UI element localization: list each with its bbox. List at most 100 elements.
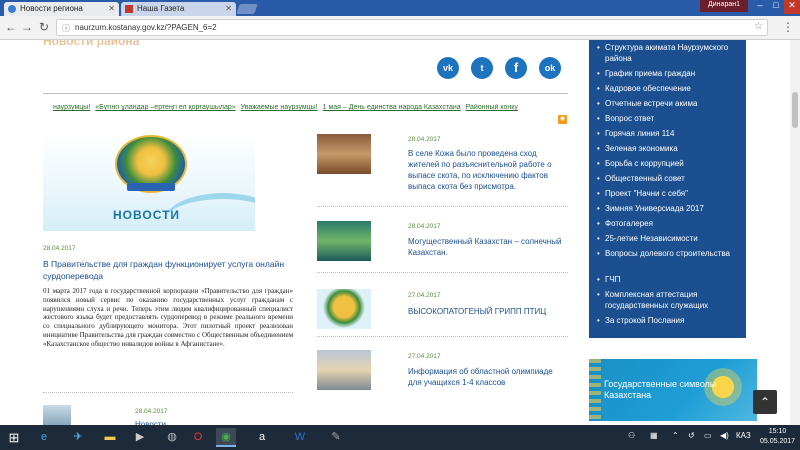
sidebar-item[interactable]: Вопросы долевого строительства (597, 248, 742, 259)
news-title[interactable]: ВЫСОКОПАТОГЕНЫЙ ГРИПП ПТИЦ (408, 306, 568, 317)
sidebar-item[interactable]: Зимняя Универсиада 2017 (597, 203, 742, 214)
bookmark-star-icon[interactable]: ☆ (754, 21, 763, 32)
twitter-icon[interactable]: t (471, 57, 493, 79)
sidebar-item[interactable]: Проект "Начни с себя" (597, 188, 742, 199)
tab-inactive[interactable]: Наша Газета ✕ (121, 2, 236, 16)
address-bar[interactable]: ⓘ naurzum.kostanay.gov.kz/?PAGEN_6=2 ☆ (56, 19, 768, 36)
scroll-to-top-button[interactable]: ⌃ (753, 390, 777, 414)
chrome-icon[interactable]: ◉ (216, 428, 236, 447)
sidebar-item[interactable]: Фотогалерея (597, 218, 742, 229)
vk-icon[interactable]: vk (437, 57, 459, 79)
page-title: Новости района (43, 40, 140, 48)
tab-label: Новости региона (20, 4, 83, 13)
news-date: 27.04.2017 (408, 292, 441, 299)
divider (43, 392, 293, 393)
news-thumbnail[interactable] (43, 405, 71, 425)
divider (317, 272, 568, 273)
main-news-image[interactable]: НОВОСТИ (43, 133, 255, 231)
windows-start-icon[interactable]: ⊞ (4, 428, 24, 447)
sidebar-item[interactable]: ГЧП (597, 274, 742, 285)
sidebar-item[interactable]: Кадровое обеспечение (597, 83, 742, 94)
news-thumbnail[interactable] (317, 221, 371, 261)
divider (43, 93, 568, 94)
back-arrow-icon[interactable]: ← (4, 20, 18, 34)
sidebar-menu: Структура акимата Наурзумского района Гр… (589, 40, 746, 338)
close-tab-icon[interactable]: ✕ (225, 4, 232, 13)
news-thumbnail[interactable] (317, 289, 371, 329)
emblem-ribbon (127, 183, 175, 191)
maximize-icon[interactable]: □ (768, 0, 784, 14)
keyboard-language[interactable]: КАЗ (736, 431, 751, 440)
sidebar-item[interactable]: Борьба с коррупцией (597, 158, 742, 169)
ticker-link[interactable]: 1 мая – День единства народа Казахстана (323, 104, 461, 111)
sidebar-item[interactable]: График приема граждан (597, 68, 742, 79)
sidebar-item[interactable]: За строкой Послания (597, 315, 742, 326)
news-date: 28.04.2017 (408, 136, 441, 143)
ticker-link[interactable]: наурзумцы! (53, 104, 90, 111)
volume-icon[interactable]: ◀) (720, 431, 729, 440)
reload-icon[interactable]: ↻ (37, 20, 51, 34)
ticker-link[interactable]: «Бүгінгі ұландар –ертеңгі ел қорғаушылар… (95, 104, 235, 111)
news-title[interactable]: Могущественный Казахстан – солнечный Каз… (408, 236, 568, 258)
opera-icon[interactable]: O (188, 428, 208, 447)
network-icon[interactable]: ▭ (704, 431, 712, 440)
url-text: naurzum.kostanay.gov.kz/?PAGEN_6=2 (75, 23, 217, 32)
tray-app-icon[interactable]: ▦ (650, 431, 658, 440)
sidebar-item[interactable]: Общественный совет (597, 173, 742, 184)
address-toolbar: ← → ↻ ⓘ naurzum.kostanay.gov.kz/?PAGEN_6… (0, 16, 800, 40)
image-caption: НОВОСТИ (113, 208, 181, 222)
info-icon[interactable]: ⓘ (62, 23, 70, 34)
banner-text: Государственные символы Казахстана (604, 379, 717, 400)
divider (317, 206, 568, 207)
paint-icon[interactable]: ✎ (326, 428, 346, 447)
main-news-title[interactable]: В Правительстве для граждан функционируе… (43, 258, 293, 282)
app-icon[interactable]: ✈ (68, 428, 88, 447)
show-hidden-icons[interactable]: ⌃ (672, 431, 679, 440)
internet-explorer-icon[interactable]: e (34, 428, 54, 447)
people-icon[interactable]: ⚇ (628, 431, 635, 440)
browser-menu-icon[interactable]: ⋮ (782, 20, 794, 34)
scrollbar-thumb[interactable] (792, 92, 798, 128)
windows-taskbar: ⊞ e ✈ ▬ ▶ ◍ O ◉ a W ✎ ⚇ ▦ ⌃ ↺ ▭ ◀) КАЗ 1… (0, 425, 800, 450)
close-tab-icon[interactable]: ✕ (108, 4, 115, 13)
news-date: 28.04.2017 (408, 223, 441, 230)
sidebar-item[interactable]: Комплексная аттестация государственных с… (597, 289, 742, 311)
new-tab-button[interactable] (236, 4, 258, 14)
media-player-icon[interactable]: ▶ (130, 428, 150, 447)
sync-icon[interactable]: ↺ (688, 431, 695, 440)
news-thumbnail[interactable] (317, 134, 371, 174)
news-thumbnail[interactable] (317, 350, 371, 390)
app-icon[interactable]: ◍ (162, 428, 182, 447)
tab-active[interactable]: Новости региона ✕ (4, 2, 119, 16)
ornament (589, 359, 601, 421)
word-icon[interactable]: W (290, 428, 310, 447)
odnoklassniki-icon[interactable]: ok (539, 57, 561, 79)
sidebar-item[interactable]: Структура акимата Наурзумского района (597, 42, 742, 64)
sidebar-item[interactable]: Вопрос ответ (597, 113, 742, 124)
ticker-link[interactable]: Уважаемые наурзумцы! (241, 104, 318, 111)
newspaper-favicon-icon (125, 5, 133, 13)
ticker-link[interactable]: Районный конку (466, 104, 518, 111)
site-favicon-icon (8, 5, 16, 13)
minimize-icon[interactable]: – (752, 0, 768, 14)
main-news-body: 01 марта 2017 года в государственной кор… (43, 287, 293, 348)
state-symbols-banner[interactable]: Государственные символы Казахстана (589, 359, 757, 421)
news-title[interactable]: В селе Кожа было проведена сход жителей … (408, 148, 568, 192)
news-date: 28.04.2017 (43, 245, 76, 252)
rss-icon[interactable]: ◉ (558, 115, 567, 124)
file-explorer-icon[interactable]: ▬ (100, 428, 120, 447)
sidebar-item[interactable]: Отчетные встречи акима (597, 98, 742, 109)
sidebar-item[interactable]: Зеленая экономика (597, 143, 742, 154)
close-window-icon[interactable]: ✕ (784, 0, 800, 14)
sidebar-item[interactable]: 25-летие Независимости (597, 233, 742, 244)
facebook-icon[interactable]: f (505, 57, 527, 79)
amazon-icon[interactable]: a (252, 428, 272, 447)
system-clock[interactable]: 15:10 05.05.2017 (760, 427, 795, 447)
vertical-scrollbar[interactable] (790, 40, 800, 425)
clock-date: 05.05.2017 (760, 438, 796, 445)
sidebar-item[interactable]: Горячая линия 114 (597, 128, 742, 139)
profile-badge[interactable]: Динаран1 (700, 0, 748, 12)
forward-arrow-icon[interactable]: → (20, 20, 34, 34)
news-title[interactable]: Информация об областной олимпиаде для уч… (408, 366, 568, 388)
divider (317, 336, 568, 337)
